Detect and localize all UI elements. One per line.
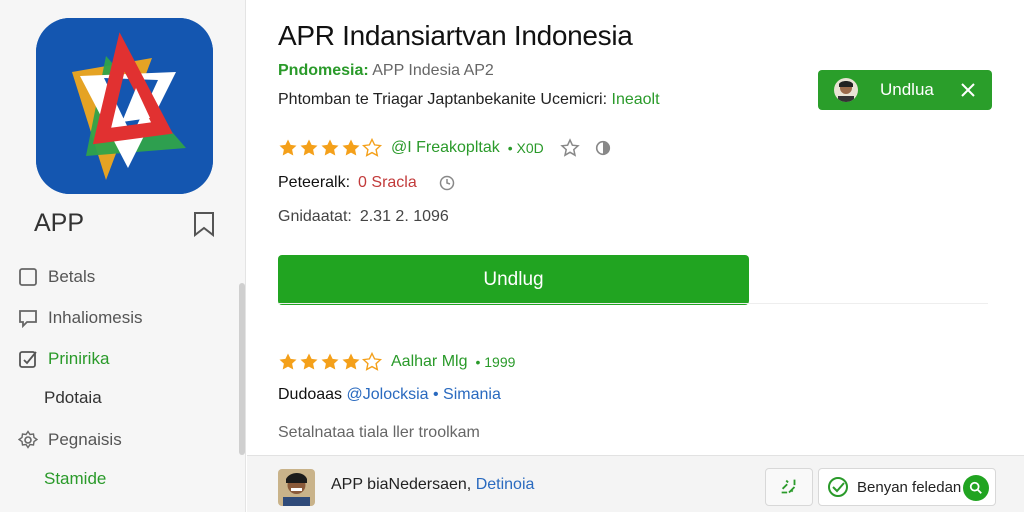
bookmark-icon[interactable] [192,211,216,238]
bottom-bar-text: APP biaNedersaen, Detinoia [331,476,534,494]
sidebar-item-label: Betals [48,267,96,286]
meta-label: Peteeralk: [278,174,351,191]
comment-icon [18,308,38,329]
sidebar-scrollbar[interactable] [239,283,245,455]
sidebar-item-pegnaisis[interactable]: Pegnaisis [17,427,122,453]
note-text: Setalnataa tiala ller troolkam [278,424,480,441]
developer-label: Dudoaas [278,386,343,403]
sidebar-item-stamide[interactable]: Stamide [44,469,106,493]
sidebar-item-label: Pegnaisis [48,430,122,449]
clock-icon [439,175,454,191]
star-filled-icon [342,353,360,370]
rating-text: @I Freakopltak [391,139,500,156]
subtitle-text: APP Indesia AP2 [372,62,494,79]
bottom-bar-link[interactable]: Detinoia [476,476,535,493]
app-subtitle: Pndomesia: APP Indesia AP2 [278,62,494,80]
bottom-bar-label: APP biaNedersaen, [331,476,472,493]
share-icon[interactable] [594,139,612,157]
close-icon[interactable] [958,80,978,100]
download-toast[interactable]: Undlua [818,70,992,110]
subtitle-green: Pndomesia: [278,62,369,79]
meta-value: 0 Sracla [358,174,417,191]
sidebar-item-label: Inhaliomesis [48,308,143,327]
description-text: Phtomban te Triagar Japtanbekanite Ucemi… [278,91,608,108]
meta-value: 2.31 2. 1096 [359,208,449,225]
sidebar-item-prinirika[interactable]: Prinirika [18,346,109,372]
star-rating [278,352,383,372]
app-description: Phtomban te Triagar Japtanbekanite Ucemi… [278,91,660,109]
settings-icon [17,430,39,450]
description-link[interactable]: Ineaolt [612,91,660,108]
check-circle-icon [828,477,848,497]
square-icon [18,267,38,287]
action-button-label: Benyan feledan [857,478,962,496]
avatar [834,78,858,102]
rating-row: @I Freakopltak • X0D [278,136,612,160]
rating-text: Aalhar Mlg [391,353,468,370]
avatar [278,469,315,506]
rating-row-2: Aalhar Mlg • 1999 [278,350,515,374]
link-button[interactable] [765,468,813,506]
app-name: APP [34,209,85,237]
sidebar-item-betals[interactable]: Betals [18,264,95,290]
meta-row-date: Gnidaatat: 2.31 2. 1096 [278,206,449,228]
meta-label: Gnidaatat: [278,208,352,225]
rating-count: • 1999 [475,354,516,370]
sidebar-item-inhaliomesis[interactable]: Inhaliomesis [18,305,143,331]
toast-label: Undlua [880,80,934,99]
star-empty-icon [362,138,382,157]
star-filled-icon [279,353,297,370]
favorite-star-icon[interactable] [560,138,580,158]
app-logo-icon [36,18,213,194]
star-filled-icon [321,353,339,370]
meta-row-size: Peteeralk: 0 Sracla [278,172,455,194]
star-rating [278,138,383,158]
star-filled-icon [279,139,297,156]
star-filled-icon [300,353,318,370]
link-icon [781,479,796,494]
sidebar: APP Betals Inhaliomesis Prinirika Pdotai… [0,0,246,512]
edit-icon [18,349,38,369]
search-icon[interactable] [963,475,989,501]
divider [278,303,988,304]
sidebar-item-pdotaia[interactable]: Pdotaia [44,388,102,412]
star-empty-icon [362,352,382,371]
developer-link[interactable]: @Jolocksia • Simania [347,386,501,403]
action-button[interactable]: Benyan feledan [818,468,996,506]
page-title: APR Indansiartvan Indonesia [278,20,633,51]
star-filled-icon [321,139,339,156]
install-button[interactable]: Undlug [278,255,749,305]
sidebar-item-label: Prinirika [48,349,110,368]
developer-row: Dudoaas @Jolocksia • Simania [278,386,501,404]
rating-count: • X0D [507,140,544,156]
bottom-bar: APP biaNedersaen, Detinoia Benyan feleda… [247,455,1024,512]
star-filled-icon [342,139,360,156]
star-filled-icon [300,139,318,156]
